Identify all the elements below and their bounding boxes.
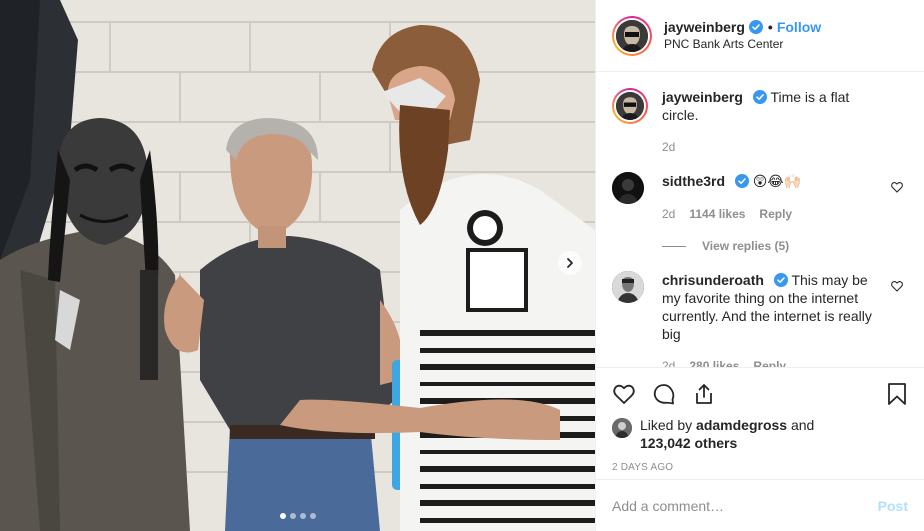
story-ring[interactable] — [612, 15, 652, 56]
story-ring[interactable] — [612, 88, 648, 124]
verified-badge-icon — [734, 174, 749, 188]
chevron-right-icon — [567, 258, 573, 268]
replies-divider — [662, 245, 686, 247]
comment-like-heart-icon[interactable] — [890, 180, 904, 194]
liked-by-user[interactable]: adamdegross — [696, 417, 787, 433]
like-button[interactable] — [612, 374, 652, 414]
liked-by-others[interactable]: 123,042 others — [640, 435, 737, 451]
post-author-username[interactable]: jayweinberg — [664, 19, 745, 36]
reply-button[interactable]: Reply — [753, 357, 786, 367]
comment-item: sidthe3rd 😲😂🙌🏻 2d 1144 likes Reply View … — [612, 172, 908, 255]
carousel-dots — [0, 513, 595, 519]
post-photo[interactable] — [0, 0, 595, 531]
heart-icon — [613, 384, 635, 404]
post-caption: jayweinberg Time is a flat circle. 2d — [612, 88, 908, 156]
post-timestamp[interactable]: 2 DAYS AGO — [612, 462, 908, 473]
liked-by-connector: and — [790, 417, 815, 433]
comment-item: chrisunderoath This may be my favorite t… — [612, 271, 908, 367]
share-icon — [696, 384, 712, 404]
share-button[interactable] — [692, 374, 732, 414]
comment-age[interactable]: 2d — [662, 205, 675, 223]
comment-username[interactable]: chrisunderoath — [662, 272, 764, 288]
comment-age[interactable]: 2d — [662, 357, 675, 367]
carousel-dot — [309, 513, 316, 519]
avatar — [616, 92, 644, 120]
post-location[interactable]: PNC Bank Arts Center — [664, 36, 821, 53]
caption-age[interactable]: 2d — [662, 138, 675, 156]
carousel-dot — [289, 513, 296, 519]
post-header: jayweinberg • Follow PNC Bank Arts Cente… — [596, 0, 924, 72]
instagram-post: jayweinberg • Follow PNC Bank Arts Cente… — [0, 0, 924, 531]
bookmark-icon — [888, 383, 906, 405]
caption-username[interactable]: jayweinberg — [662, 89, 743, 105]
add-comment-bar: Post — [596, 479, 924, 531]
comments-list[interactable]: jayweinberg Time is a flat circle. 2d si… — [596, 72, 924, 367]
carousel-next-button[interactable] — [558, 251, 582, 275]
post-side-panel: jayweinberg • Follow PNC Bank Arts Cente… — [595, 0, 924, 531]
post-actions: Liked by adamdegross and 123,042 others … — [596, 367, 924, 531]
avatar[interactable] — [612, 418, 632, 438]
avatar — [616, 19, 648, 52]
verified-badge-icon — [773, 273, 788, 287]
follow-button[interactable]: Follow — [777, 19, 821, 36]
carousel-dot — [279, 513, 286, 519]
verified-badge-icon — [752, 90, 767, 104]
photo-scene — [0, 0, 595, 531]
action-bar — [612, 374, 908, 414]
comment-likes[interactable]: 280 likes — [689, 357, 739, 367]
view-replies-button[interactable]: View replies (5) — [662, 237, 884, 255]
comment-input[interactable] — [612, 497, 878, 514]
caption-meta: 2d — [662, 138, 884, 156]
save-button[interactable] — [884, 374, 908, 414]
view-replies-label: View replies (5) — [702, 239, 790, 253]
comment-like-heart-icon[interactable] — [890, 279, 904, 293]
liked-by-prefix: Liked by — [640, 417, 693, 433]
separator-dot: • — [767, 18, 773, 35]
likes-summary: Liked by adamdegross and 123,042 others — [612, 416, 908, 452]
post-comment-button[interactable]: Post — [878, 498, 908, 514]
avatar[interactable] — [612, 271, 644, 303]
carousel-dot — [299, 513, 306, 519]
comment-likes[interactable]: 1144 likes — [689, 205, 745, 223]
comment-meta: 2d 1144 likes Reply — [662, 205, 884, 223]
comment-username[interactable]: sidthe3rd — [662, 173, 725, 189]
comment-text: 😲😂🙌🏻 — [752, 174, 802, 190]
comment-bubble-icon — [653, 384, 675, 405]
comment-meta: 2d 280 likes Reply — [662, 357, 884, 367]
comment-button[interactable] — [652, 374, 692, 414]
verified-badge-icon — [748, 20, 763, 34]
avatar[interactable] — [612, 172, 644, 204]
reply-button[interactable]: Reply — [759, 205, 792, 223]
